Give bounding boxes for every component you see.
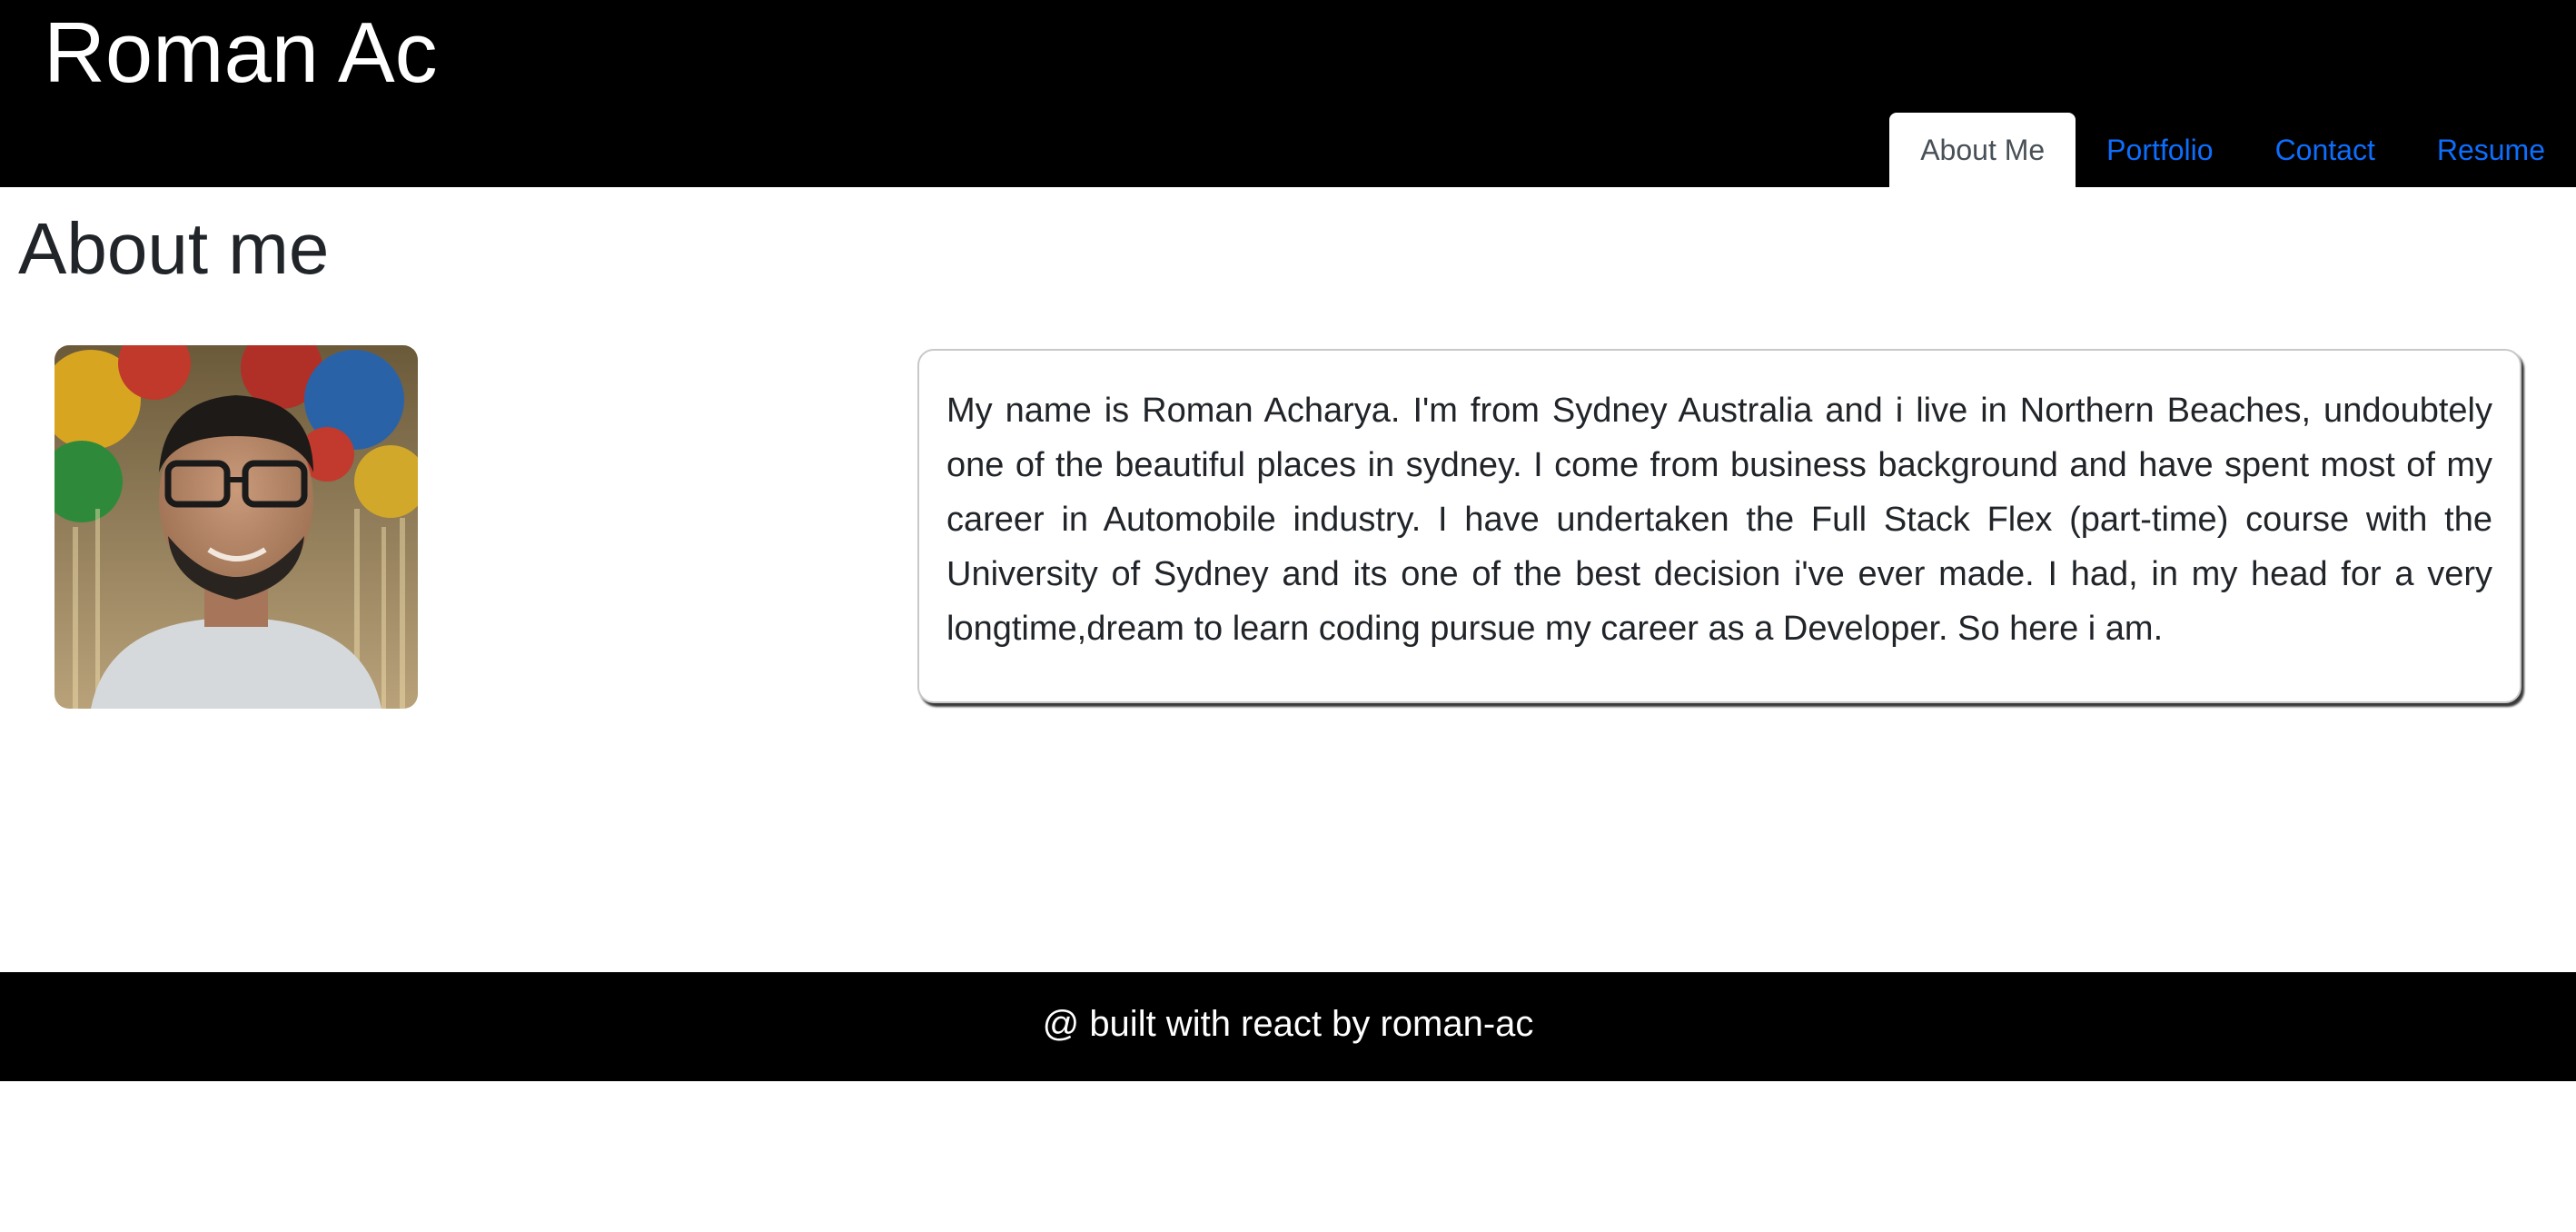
page-title: About me [18,208,330,289]
tab-resume[interactable]: Resume [2406,113,2576,187]
tab-contact[interactable]: Contact [2244,113,2406,187]
footer-text: @ built with react by roman-ac [1042,1003,1534,1044]
site-title: Roman Ac [44,5,438,100]
bio-text: My name is Roman Acharya. I'm from Sydne… [946,392,2492,648]
bio-card: My name is Roman Acharya. I'm from Sydne… [917,349,2522,703]
site-footer: @ built with react by roman-ac [0,972,2576,1081]
site-header: Roman Ac About Me Portfolio Contact Resu… [0,0,2576,187]
profile-photo [54,345,418,709]
main-nav: About Me Portfolio Contact Resume [1889,113,2576,187]
tab-about-me[interactable]: About Me [1889,113,2076,187]
tab-portfolio[interactable]: Portfolio [2076,113,2244,187]
